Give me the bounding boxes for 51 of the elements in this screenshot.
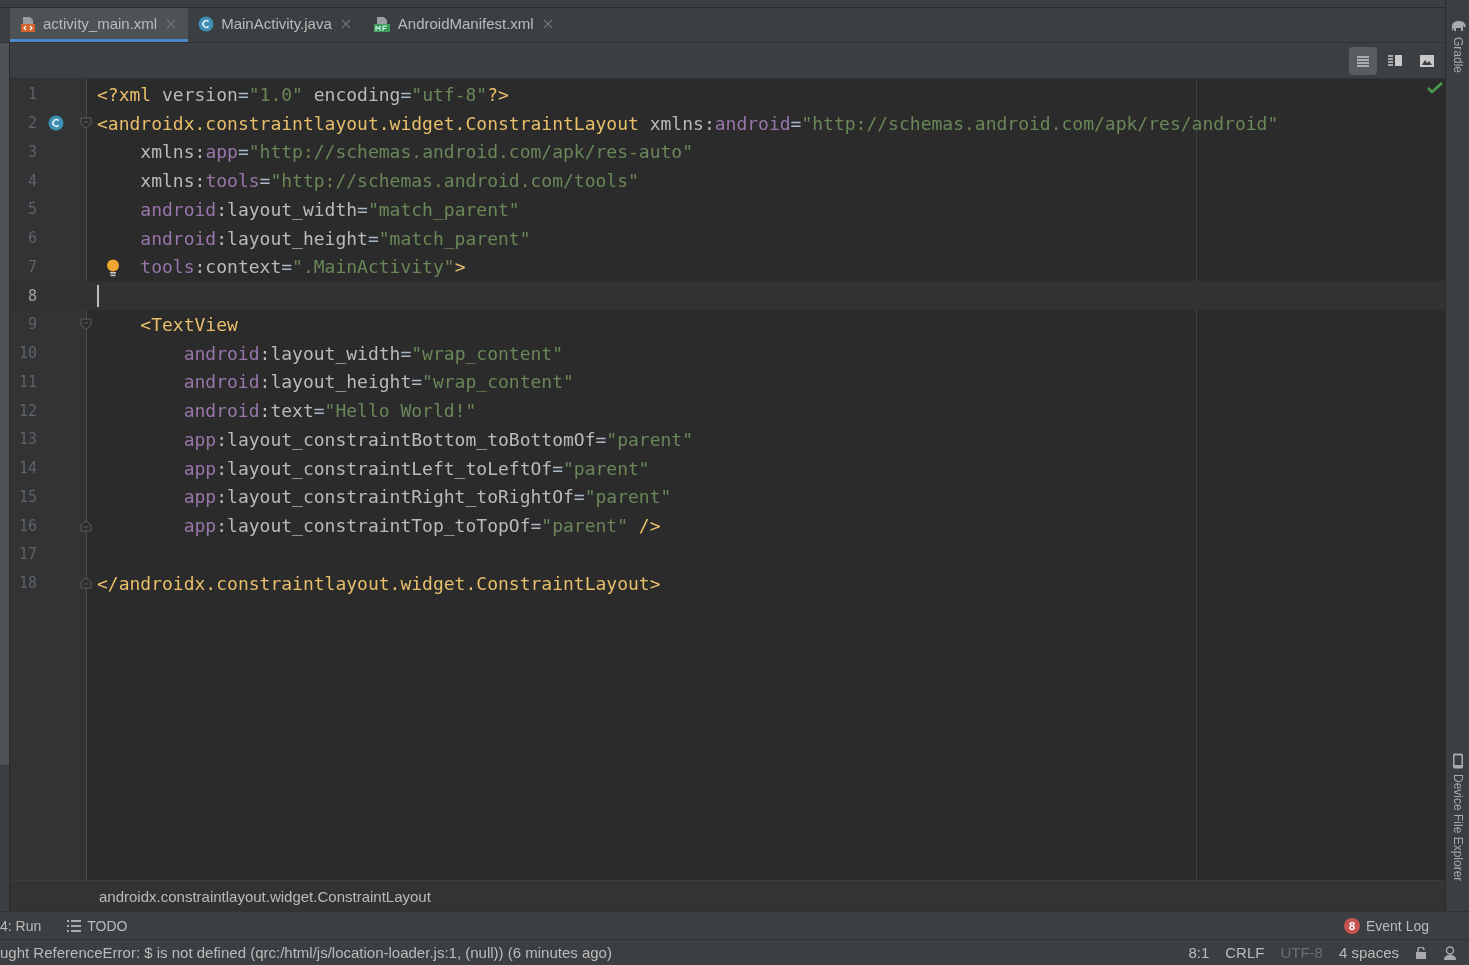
text-cursor [97,284,99,307]
status-item[interactable]: CRLF [1225,944,1265,961]
status-message: ught ReferenceError: $ is not defined (qrc:/html/js/location-loader.js:1, (null)) (6 minutes ago) [0,944,612,961]
elephant-icon [1449,20,1466,32]
tool-window-button[interactable]: 4: Run [0,917,42,934]
fold-icon [80,577,92,590]
code-line: app:layout_constraintBottom_toBottomOf="parent" [183,428,694,450]
status-item[interactable]: 4 spaces [1338,944,1399,961]
xml-file-icon [20,15,36,32]
fold-icon [80,318,92,331]
breadcrumb-item[interactable]: androidx.constraintlayout.widget.ConstraintLayout [99,887,431,905]
code-line: android:layout_width="wrap_content" [183,342,563,364]
side-tool-button[interactable]: Device File Explorer [1450,752,1465,882]
tool-window-button[interactable]: TODO [67,917,128,934]
class-icon [198,15,215,32]
close-icon [542,18,553,29]
lock-icon [1415,946,1427,959]
code-line: <?xml version="1.0" encoding="utf-8"?> [97,83,509,105]
code-line: android:layout_width="match_parent" [140,198,520,220]
list-icon [67,919,82,932]
fold-icon [80,519,92,532]
status-item[interactable]: 8:1 [1188,944,1210,961]
code-line: android:layout_height="match_parent" [140,227,531,249]
editor-tab[interactable]: MainActivity.java [188,8,363,42]
code-line: app:layout_constraintTop_toTopOf="parent" /> [183,515,661,537]
event-log-button[interactable]: 8 Event Log [1343,917,1429,934]
person-icon [1443,945,1457,960]
code-view-button[interactable] [1349,46,1377,75]
code-line: app:layout_constraintRight_toRightOf="parent" [183,486,672,508]
class-icon [48,115,64,132]
code-line: <androidx.constraintlayout.widget.ConstraintLayout xmlns:android="http://schemas.android.com/apk/res/android" [97,112,1279,134]
phone-icon [1451,752,1464,769]
close-icon [340,18,351,29]
editor-tab[interactable]: AndroidManifest.xml [362,8,565,42]
fold-icon [80,117,92,130]
code-line: android:text="Hello World!" [183,400,477,422]
code-line: </androidx.constraintlayout.widget.ConstraintLayout> [97,572,661,594]
close-icon [166,18,177,29]
code-line: android:layout_height="wrap_content" [183,371,574,393]
check-icon [1427,82,1443,94]
editor-tab[interactable]: activity_main.xml [10,8,189,42]
line-number: 8 [26,286,37,305]
code-line: xmlns:app="http://schemas.android.com/apk/res-auto" [140,141,694,163]
code-line: app:layout_constraintLeft_toLeftOf="parent" [183,457,650,479]
notification-count: 8 [1343,917,1360,934]
side-tool-button[interactable]: Gradle [1449,20,1466,74]
code-line: <TextView [140,313,238,335]
code-line: xmlns:tools="http://schemas.android.com/tools" [140,170,639,192]
code-line: tools:context=".MainActivity"> [140,256,466,278]
manifest-file-icon [372,15,391,32]
lightbulb-icon [106,258,120,277]
